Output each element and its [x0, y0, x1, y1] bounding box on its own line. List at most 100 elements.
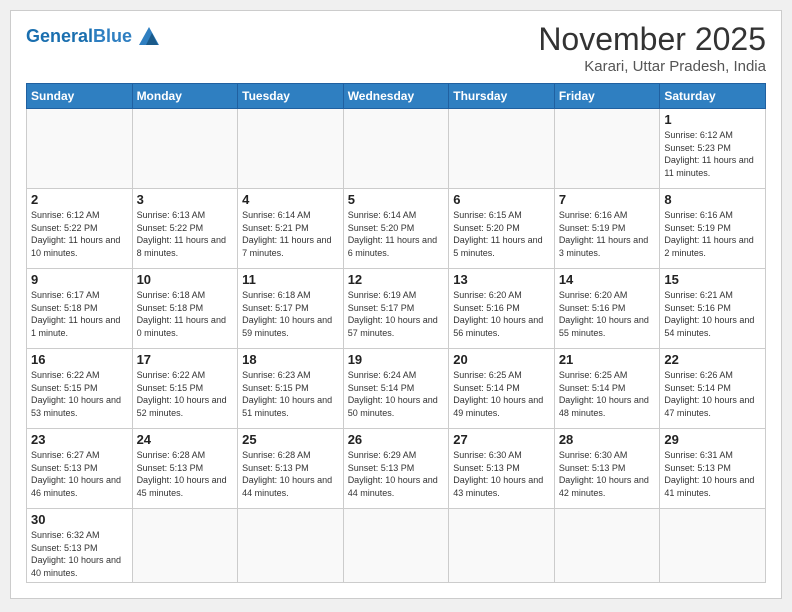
- day-info: Sunrise: 6:20 AM Sunset: 5:16 PM Dayligh…: [559, 289, 656, 339]
- day-cell-17: 17 Sunrise: 6:22 AM Sunset: 5:15 PM Dayl…: [132, 349, 238, 429]
- calendar-row-4: 16 Sunrise: 6:22 AM Sunset: 5:15 PM Dayl…: [27, 349, 766, 429]
- day-cell-5: 5 Sunrise: 6:14 AM Sunset: 5:20 PM Dayli…: [343, 189, 449, 269]
- empty-cell: [343, 109, 449, 189]
- day-number: 21: [559, 352, 656, 367]
- empty-cell: [449, 109, 555, 189]
- day-cell-19: 19 Sunrise: 6:24 AM Sunset: 5:14 PM Dayl…: [343, 349, 449, 429]
- empty-cell: [132, 509, 238, 583]
- header-thursday: Thursday: [449, 84, 555, 109]
- day-cell-18: 18 Sunrise: 6:23 AM Sunset: 5:15 PM Dayl…: [238, 349, 344, 429]
- day-info: Sunrise: 6:13 AM Sunset: 5:22 PM Dayligh…: [137, 209, 234, 259]
- header-friday: Friday: [554, 84, 660, 109]
- calendar-row-3: 9 Sunrise: 6:17 AM Sunset: 5:18 PM Dayli…: [27, 269, 766, 349]
- day-cell-22: 22 Sunrise: 6:26 AM Sunset: 5:14 PM Dayl…: [660, 349, 766, 429]
- calendar-container: GeneralBlue November 2025 Karari, Uttar …: [10, 10, 782, 599]
- day-number: 8: [664, 192, 761, 207]
- day-number: 15: [664, 272, 761, 287]
- day-number: 6: [453, 192, 550, 207]
- day-number: 23: [31, 432, 128, 447]
- day-info: Sunrise: 6:14 AM Sunset: 5:20 PM Dayligh…: [348, 209, 445, 259]
- day-info: Sunrise: 6:28 AM Sunset: 5:13 PM Dayligh…: [137, 449, 234, 499]
- day-number: 14: [559, 272, 656, 287]
- day-cell-8: 8 Sunrise: 6:16 AM Sunset: 5:19 PM Dayli…: [660, 189, 766, 269]
- day-number: 2: [31, 192, 128, 207]
- day-info: Sunrise: 6:14 AM Sunset: 5:21 PM Dayligh…: [242, 209, 339, 259]
- empty-cell: [660, 509, 766, 583]
- day-cell-13: 13 Sunrise: 6:20 AM Sunset: 5:16 PM Dayl…: [449, 269, 555, 349]
- day-info: Sunrise: 6:26 AM Sunset: 5:14 PM Dayligh…: [664, 369, 761, 419]
- day-cell-2: 2 Sunrise: 6:12 AM Sunset: 5:22 PM Dayli…: [27, 189, 133, 269]
- day-cell-16: 16 Sunrise: 6:22 AM Sunset: 5:15 PM Dayl…: [27, 349, 133, 429]
- day-number: 10: [137, 272, 234, 287]
- day-cell-4: 4 Sunrise: 6:14 AM Sunset: 5:21 PM Dayli…: [238, 189, 344, 269]
- day-info: Sunrise: 6:25 AM Sunset: 5:14 PM Dayligh…: [453, 369, 550, 419]
- location: Karari, Uttar Pradesh, India: [538, 58, 766, 75]
- day-info: Sunrise: 6:29 AM Sunset: 5:13 PM Dayligh…: [348, 449, 445, 499]
- calendar-row-1: 1 Sunrise: 6:12 AM Sunset: 5:23 PM Dayli…: [27, 109, 766, 189]
- day-cell-21: 21 Sunrise: 6:25 AM Sunset: 5:14 PM Dayl…: [554, 349, 660, 429]
- day-number: 17: [137, 352, 234, 367]
- day-info: Sunrise: 6:24 AM Sunset: 5:14 PM Dayligh…: [348, 369, 445, 419]
- day-info: Sunrise: 6:32 AM Sunset: 5:13 PM Dayligh…: [31, 529, 128, 579]
- calendar-row-6: 30 Sunrise: 6:32 AM Sunset: 5:13 PM Dayl…: [27, 509, 766, 583]
- header-sunday: Sunday: [27, 84, 133, 109]
- empty-cell: [238, 109, 344, 189]
- day-cell-3: 3 Sunrise: 6:13 AM Sunset: 5:22 PM Dayli…: [132, 189, 238, 269]
- day-info: Sunrise: 6:30 AM Sunset: 5:13 PM Dayligh…: [559, 449, 656, 499]
- day-number: 9: [31, 272, 128, 287]
- header-wednesday: Wednesday: [343, 84, 449, 109]
- day-number: 24: [137, 432, 234, 447]
- day-cell-24: 24 Sunrise: 6:28 AM Sunset: 5:13 PM Dayl…: [132, 429, 238, 509]
- empty-cell: [132, 109, 238, 189]
- day-cell-23: 23 Sunrise: 6:27 AM Sunset: 5:13 PM Dayl…: [27, 429, 133, 509]
- day-info: Sunrise: 6:17 AM Sunset: 5:18 PM Dayligh…: [31, 289, 128, 339]
- weekday-header-row: Sunday Monday Tuesday Wednesday Thursday…: [27, 84, 766, 109]
- calendar-row-2: 2 Sunrise: 6:12 AM Sunset: 5:22 PM Dayli…: [27, 189, 766, 269]
- day-info: Sunrise: 6:19 AM Sunset: 5:17 PM Dayligh…: [348, 289, 445, 339]
- day-number: 25: [242, 432, 339, 447]
- day-number: 11: [242, 272, 339, 287]
- day-number: 1: [664, 112, 761, 127]
- header-saturday: Saturday: [660, 84, 766, 109]
- day-info: Sunrise: 6:22 AM Sunset: 5:15 PM Dayligh…: [31, 369, 128, 419]
- empty-cell: [449, 509, 555, 583]
- empty-cell: [554, 109, 660, 189]
- day-info: Sunrise: 6:16 AM Sunset: 5:19 PM Dayligh…: [664, 209, 761, 259]
- day-info: Sunrise: 6:22 AM Sunset: 5:15 PM Dayligh…: [137, 369, 234, 419]
- day-cell-12: 12 Sunrise: 6:19 AM Sunset: 5:17 PM Dayl…: [343, 269, 449, 349]
- empty-cell: [27, 109, 133, 189]
- day-cell-10: 10 Sunrise: 6:18 AM Sunset: 5:18 PM Dayl…: [132, 269, 238, 349]
- calendar-grid: Sunday Monday Tuesday Wednesday Thursday…: [26, 83, 766, 583]
- day-number: 16: [31, 352, 128, 367]
- day-number: 3: [137, 192, 234, 207]
- day-cell-20: 20 Sunrise: 6:25 AM Sunset: 5:14 PM Dayl…: [449, 349, 555, 429]
- day-cell-25: 25 Sunrise: 6:28 AM Sunset: 5:13 PM Dayl…: [238, 429, 344, 509]
- day-cell-7: 7 Sunrise: 6:16 AM Sunset: 5:19 PM Dayli…: [554, 189, 660, 269]
- calendar-row-5: 23 Sunrise: 6:27 AM Sunset: 5:13 PM Dayl…: [27, 429, 766, 509]
- day-info: Sunrise: 6:23 AM Sunset: 5:15 PM Dayligh…: [242, 369, 339, 419]
- day-cell-29: 29 Sunrise: 6:31 AM Sunset: 5:13 PM Dayl…: [660, 429, 766, 509]
- day-number: 27: [453, 432, 550, 447]
- header: GeneralBlue November 2025 Karari, Uttar …: [26, 21, 766, 75]
- day-number: 12: [348, 272, 445, 287]
- day-info: Sunrise: 6:25 AM Sunset: 5:14 PM Dayligh…: [559, 369, 656, 419]
- day-info: Sunrise: 6:18 AM Sunset: 5:18 PM Dayligh…: [137, 289, 234, 339]
- day-info: Sunrise: 6:21 AM Sunset: 5:16 PM Dayligh…: [664, 289, 761, 339]
- month-year: November 2025: [538, 21, 766, 58]
- day-number: 5: [348, 192, 445, 207]
- day-info: Sunrise: 6:28 AM Sunset: 5:13 PM Dayligh…: [242, 449, 339, 499]
- day-number: 18: [242, 352, 339, 367]
- day-number: 29: [664, 432, 761, 447]
- day-number: 22: [664, 352, 761, 367]
- day-number: 13: [453, 272, 550, 287]
- day-info: Sunrise: 6:30 AM Sunset: 5:13 PM Dayligh…: [453, 449, 550, 499]
- day-number: 20: [453, 352, 550, 367]
- logo-icon: [134, 25, 164, 47]
- day-cell-27: 27 Sunrise: 6:30 AM Sunset: 5:13 PM Dayl…: [449, 429, 555, 509]
- day-info: Sunrise: 6:18 AM Sunset: 5:17 PM Dayligh…: [242, 289, 339, 339]
- day-cell-11: 11 Sunrise: 6:18 AM Sunset: 5:17 PM Dayl…: [238, 269, 344, 349]
- day-cell-26: 26 Sunrise: 6:29 AM Sunset: 5:13 PM Dayl…: [343, 429, 449, 509]
- day-cell-9: 9 Sunrise: 6:17 AM Sunset: 5:18 PM Dayli…: [27, 269, 133, 349]
- day-info: Sunrise: 6:12 AM Sunset: 5:22 PM Dayligh…: [31, 209, 128, 259]
- logo-blue: Blue: [93, 26, 132, 46]
